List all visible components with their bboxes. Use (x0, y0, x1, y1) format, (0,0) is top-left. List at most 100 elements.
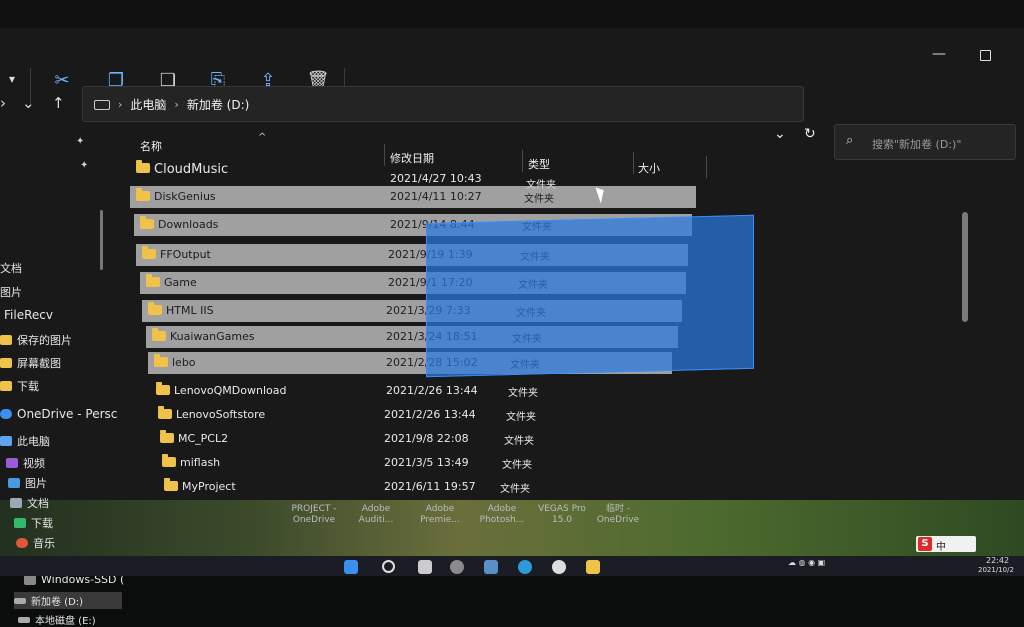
sidebar-item-music[interactable]: 音乐 (16, 535, 55, 551)
desktop-shortcut-label[interactable]: VEGAS Pro 15.0 (532, 504, 592, 526)
desktop-shortcut-line: Photosh... (479, 515, 525, 525)
sidebar-item-label: FileRecv (4, 308, 53, 322)
file-type: 文件夹 (504, 436, 534, 447)
sidebar-item-pictures-pc[interactable]: 图片 (8, 475, 47, 491)
file-explorer-window: — ▾ ✂ ❐ ❏ ⎘ ⇪ 🗑 ⇅ 排序 ⌄ ☰ 查看 ⌄ ••• › ⌄ ↑ … (0, 0, 1024, 627)
file-name: MyProject (182, 480, 236, 493)
sidebar-item-label: 视频 (23, 457, 45, 470)
taskbar (0, 556, 1024, 576)
file-date: 2021/2/26 13:44 (384, 408, 476, 421)
desktop-shortcut-line: 临时 - (605, 504, 631, 514)
sidebar-item-screenshots[interactable]: 屏幕截图 (0, 355, 61, 371)
navigation-pane: 文档 图片 FileRecv 保存的图片 屏幕截图 下载 OneDrive - … (0, 126, 128, 627)
column-divider[interactable] (633, 152, 634, 174)
file-name: LenovoQMDownload (174, 384, 287, 397)
column-divider[interactable] (522, 150, 523, 172)
desktop-shortcut-label[interactable]: PROJECT - OneDrive (284, 504, 344, 526)
picture-icon (8, 478, 20, 488)
file-date: 2021/3/5 13:49 (384, 456, 469, 469)
column-header-size[interactable]: 大小 (638, 160, 660, 176)
search-icon[interactable] (382, 560, 395, 573)
start-icon[interactable] (344, 560, 358, 574)
forward-icon[interactable]: › (0, 94, 6, 112)
breadcrumb-this-pc[interactable]: 此电脑 (130, 96, 166, 113)
tray-icons[interactable]: ☁ ◍ ◉ ▣ (788, 558, 825, 567)
sidebar-item-label: 下载 (17, 380, 39, 393)
pin-icon[interactable]: ✦ (76, 136, 84, 147)
clock-time[interactable]: 22:42 (986, 556, 1009, 565)
app-icon[interactable] (552, 560, 566, 574)
sidebar-item-drive-d[interactable]: 新加卷 (D:) (14, 592, 122, 609)
file-row[interactable]: DiskGenius 2021/4/11 10:27 文件夹 (130, 186, 696, 208)
download-icon (14, 518, 26, 528)
refresh-icon[interactable]: ↻ (804, 126, 816, 142)
sidebar-item-downloads[interactable]: 下载 (0, 378, 39, 394)
folder-icon (0, 358, 12, 368)
desktop-shortcut-line: Auditi... (358, 515, 394, 525)
breadcrumb-drive-d[interactable]: 新加卷 (D:) (187, 96, 249, 113)
recent-locations-icon[interactable]: ⌄ (22, 94, 35, 112)
folder-icon (148, 302, 162, 315)
sidebar-item-label: 屏幕截图 (17, 357, 61, 370)
clock-date[interactable]: 2021/10/2 (978, 566, 1014, 574)
up-icon[interactable]: ↑ (52, 94, 65, 112)
folder-icon (152, 328, 166, 341)
sidebar-item-label: 新加卷 (D:) (31, 597, 84, 608)
column-divider[interactable] (706, 156, 707, 178)
column-header-date[interactable]: 修改日期 (390, 150, 434, 166)
file-date: 2021/2/26 13:44 (386, 384, 478, 397)
sidebar-scrollbar[interactable] (100, 210, 103, 270)
sidebar-item-documents-pc[interactable]: 文档 (10, 495, 49, 511)
new-dropdown-icon[interactable]: ▾ (0, 68, 24, 90)
drive-icon (18, 616, 30, 623)
column-header-name[interactable]: 名称 (140, 138, 162, 154)
sidebar-item-label: 本地磁盘 (E:) (35, 616, 96, 627)
settings-icon[interactable] (450, 560, 464, 574)
file-type: 文件夹 (524, 194, 554, 205)
sidebar-item-saved-pictures[interactable]: 保存的图片 (0, 332, 72, 348)
desktop-shortcut-label[interactable]: 临时 - OneDrive (588, 504, 648, 526)
sidebar-item-drive-e[interactable]: 本地磁盘 (E:) (18, 612, 96, 627)
folder-icon (160, 430, 174, 443)
folder-icon (154, 354, 168, 367)
sidebar-item-documents[interactable]: 文档 (0, 260, 22, 276)
folder-icon (142, 246, 156, 259)
sidebar-item-filerecv[interactable]: FileRecv (4, 308, 53, 322)
file-date: 2021/9/8 22:08 (384, 432, 469, 445)
drive-icon (24, 574, 36, 585)
sidebar-item-pictures[interactable]: 图片 (0, 284, 22, 300)
folder-icon (136, 188, 150, 201)
desktop-shortcut-label[interactable]: Adobe Auditi... (346, 504, 406, 526)
sidebar-item-this-pc[interactable]: 此电脑 (0, 433, 50, 449)
edge-icon[interactable] (518, 560, 532, 574)
sidebar-item-downloads-pc[interactable]: 下载 (14, 515, 53, 531)
sidebar-item-label: 图片 (0, 286, 22, 299)
sidebar-item-videos[interactable]: 视频 (6, 455, 45, 471)
column-divider[interactable] (384, 144, 385, 166)
task-view-icon[interactable] (418, 560, 432, 574)
photos-icon[interactable] (484, 560, 498, 574)
file-name: Downloads (158, 218, 219, 231)
search-icon: ⌕ (846, 133, 854, 148)
sidebar-item-label: 文档 (0, 262, 22, 275)
desktop-shortcut-line: 15.0 (551, 515, 573, 525)
file-explorer-icon[interactable] (586, 560, 600, 574)
desktop-shortcut-label[interactable]: Adobe Premie... (410, 504, 470, 526)
file-type: 文件夹 (502, 460, 532, 471)
address-history-icon[interactable]: ⌄ (774, 126, 786, 142)
column-header-type[interactable]: 类型 (528, 156, 550, 172)
chevron-right-icon: › (118, 98, 123, 111)
file-name: LenovoSoftstore (176, 408, 266, 421)
document-icon (10, 498, 22, 508)
cut-icon[interactable]: ✂ (50, 70, 74, 92)
sidebar-item-label: 保存的图片 (17, 334, 72, 347)
pin-icon[interactable]: ✦ (80, 160, 88, 171)
desktop-shortcut-label[interactable]: Adobe Photosh... (472, 504, 532, 526)
ime-mode[interactable]: 中 (936, 538, 946, 553)
sidebar-item-onedrive[interactable]: OneDrive - Persc (0, 407, 117, 421)
file-list-scrollbar[interactable] (962, 212, 968, 322)
drive-icon (14, 597, 26, 604)
desktop-shortcut-line: Adobe (487, 504, 517, 514)
file-name: Game (164, 276, 197, 289)
search-placeholder: 搜索"新加卷 (D:)" (872, 138, 962, 151)
